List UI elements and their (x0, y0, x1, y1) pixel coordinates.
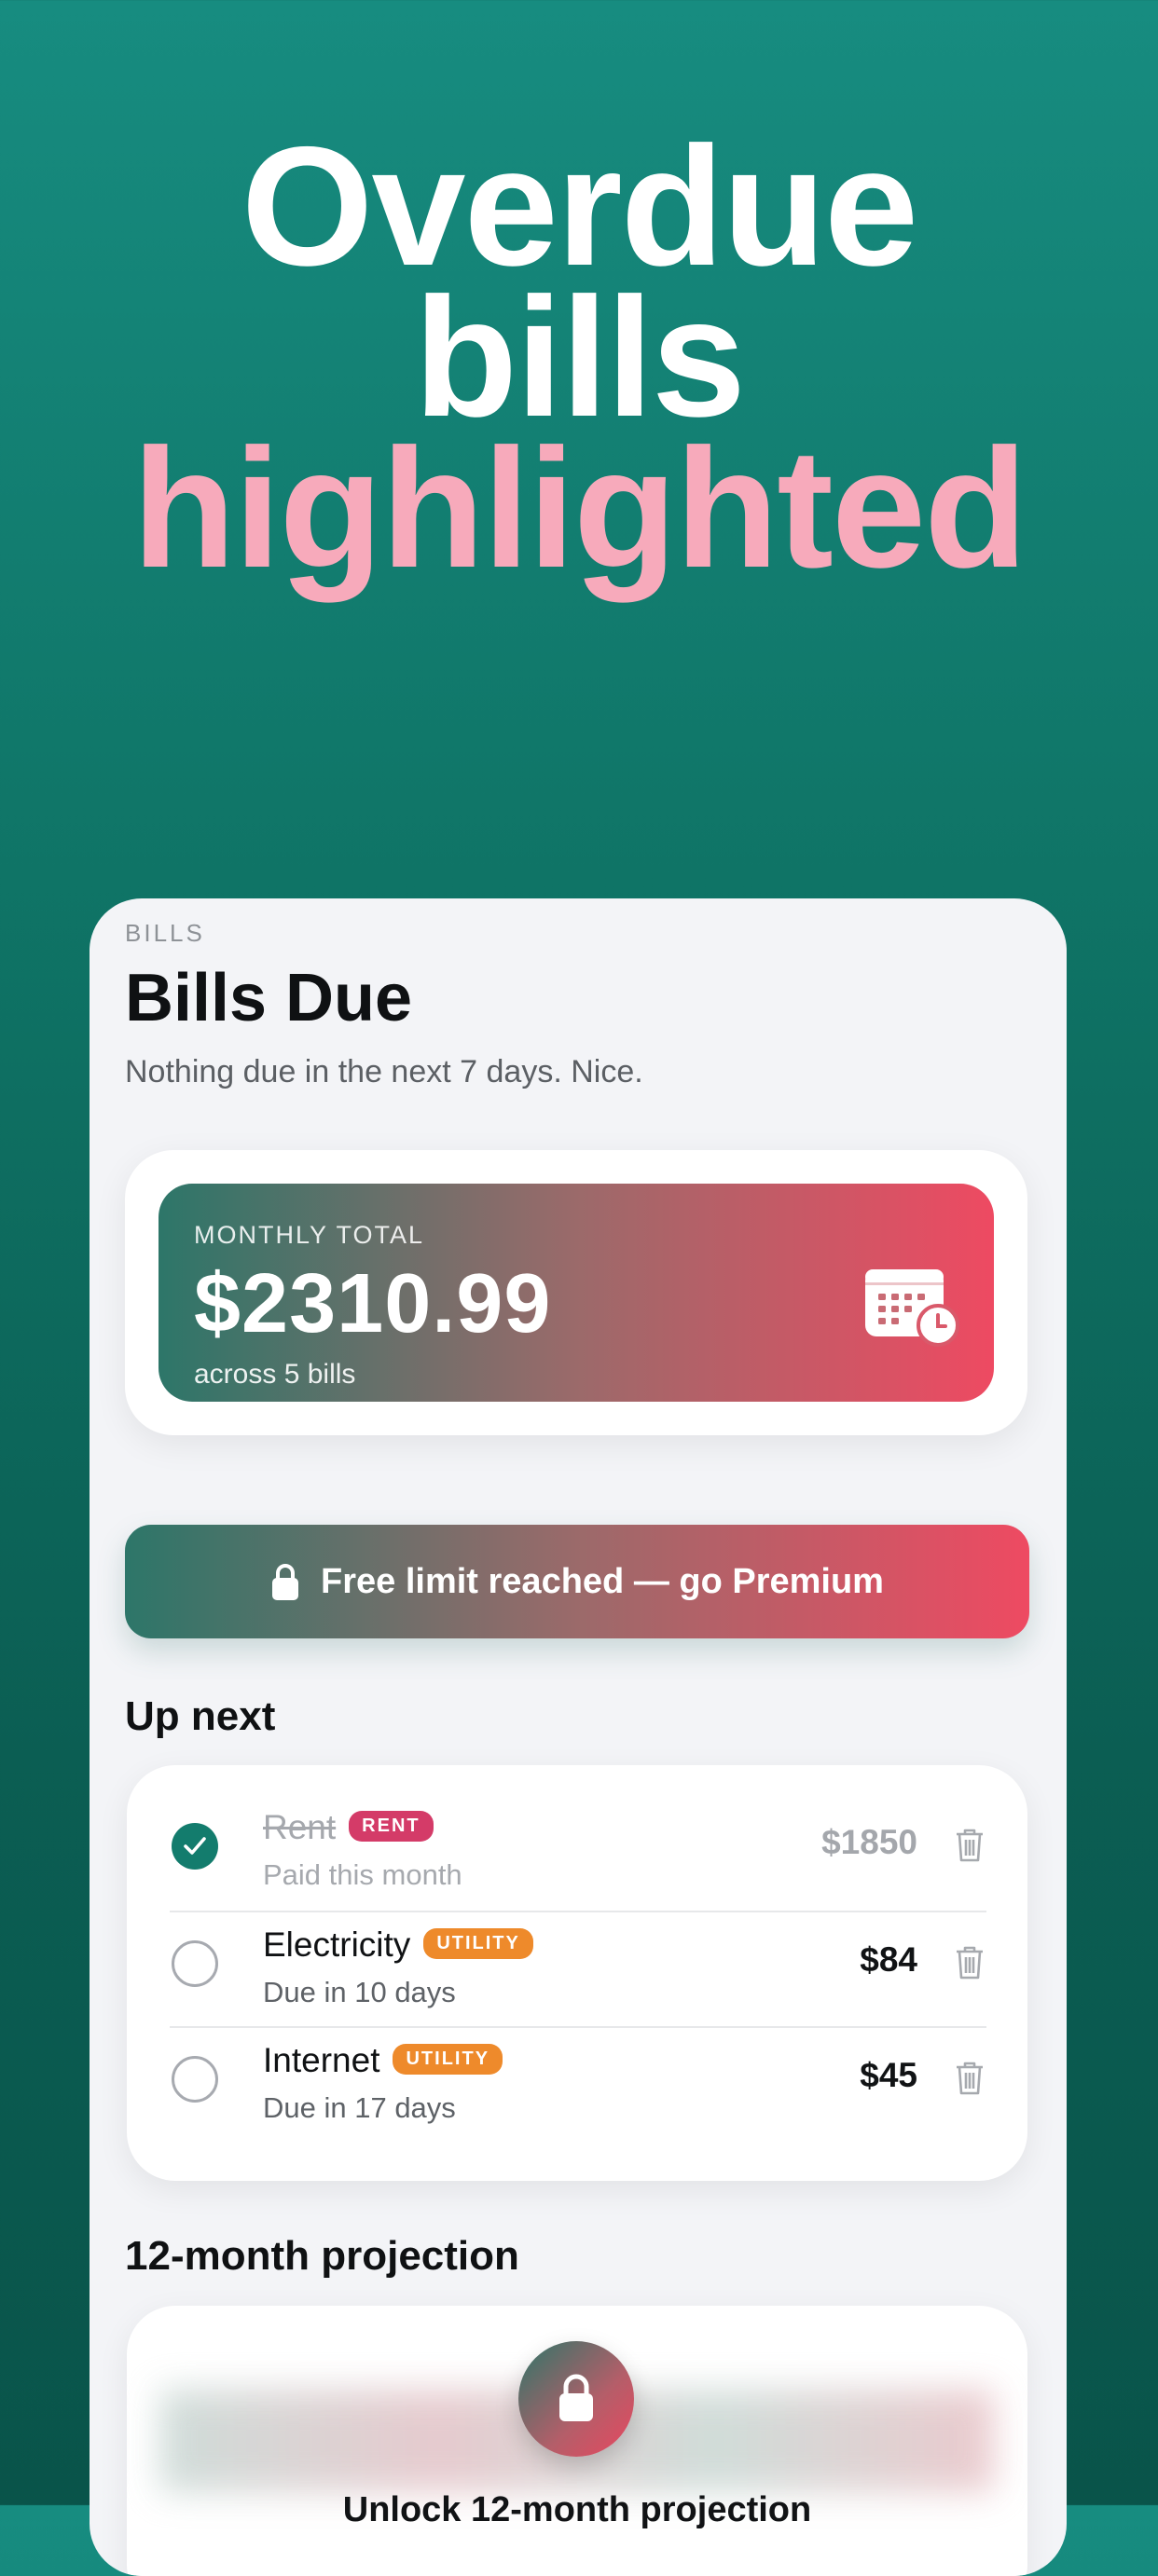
trash-icon[interactable] (953, 1944, 986, 1981)
headline-line-3: highlighted (131, 413, 1028, 603)
headline-line-2: bills (413, 262, 746, 452)
trash-icon[interactable] (953, 2060, 986, 2097)
bill-status: Paid this month (263, 1858, 462, 1891)
unlock-projection-button[interactable] (518, 2341, 634, 2457)
bill-count: across 5 bills (194, 1359, 356, 1390)
bill-name: Internet UTILITY (263, 2041, 503, 2080)
trash-icon[interactable] (953, 1827, 986, 1864)
unlock-projection-label[interactable]: Unlock 12-month projection (127, 2490, 1027, 2530)
checkmark-icon (184, 1837, 206, 1855)
go-premium-button[interactable]: Free limit reached — go Premium (125, 1525, 1029, 1638)
lock-icon (272, 1564, 299, 1600)
monthly-total-card: MONTHLY TOTAL $2310.99 across 5 bills (125, 1150, 1027, 1435)
bill-row-rent[interactable]: Rent RENT Paid this month $1850 (170, 1795, 986, 1911)
monthly-total-banner: MONTHLY TOTAL $2310.99 across 5 bills (159, 1184, 994, 1402)
bill-amount: $1850 (821, 1823, 917, 1861)
lock-icon (559, 2374, 593, 2421)
headline-line-1: Overdue (241, 111, 918, 301)
bill-row-internet[interactable]: Internet UTILITY Due in 17 days $45 (170, 2026, 986, 2144)
category-tag: UTILITY (423, 1927, 533, 1959)
bill-name: Electricity UTILITY (263, 1925, 533, 1965)
monthly-total-amount: $2310.99 (194, 1257, 552, 1350)
paid-checkbox[interactable] (172, 1823, 218, 1870)
bill-row-electricity[interactable]: Electricity UTILITY Due in 10 days $84 (170, 1911, 986, 2028)
bill-amount: $45 (860, 2056, 917, 2094)
app-screen: BILLS Bills Due Nothing due in the next … (90, 898, 1067, 2576)
upcoming-bills-list: Rent RENT Paid this month $1850 Electrici… (127, 1765, 1027, 2181)
bill-name: Rent RENT (263, 1808, 434, 1847)
go-premium-label: Free limit reached — go Premium (321, 1561, 884, 1601)
section-eyebrow: BILLS (125, 919, 205, 947)
paid-checkbox[interactable] (172, 2056, 218, 2103)
calendar-clock-icon (865, 1269, 959, 1347)
page-subtitle: Nothing due in the next 7 days. Nice. (125, 1054, 643, 1089)
category-tag: UTILITY (393, 2043, 503, 2075)
category-tag: RENT (349, 1810, 434, 1842)
bill-status: Due in 17 days (263, 2091, 456, 2124)
paid-checkbox[interactable] (172, 1940, 218, 1987)
up-next-heading: Up next (125, 1693, 276, 1739)
headline: Overdue bills highlighted (0, 111, 1158, 603)
projection-heading: 12-month projection (125, 2233, 519, 2279)
page-title: Bills Due (125, 961, 413, 1035)
bill-status: Due in 10 days (263, 1976, 456, 2008)
projection-card: Unlock 12-month projection (127, 2306, 1027, 2576)
monthly-total-label: MONTHLY TOTAL (194, 1221, 425, 1249)
bill-amount: $84 (860, 1940, 917, 1979)
